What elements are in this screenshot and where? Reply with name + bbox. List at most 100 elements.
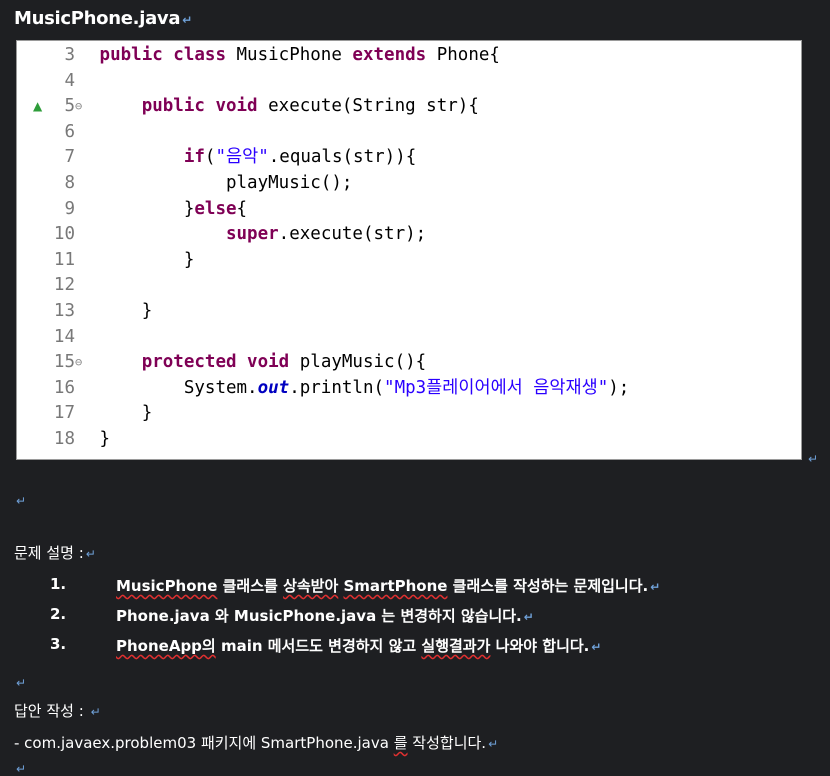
line-number: 4 (64, 70, 75, 91)
problem-text: Phone.java 와 MusicPhone.java 는 변경하지 않습니다… (116, 605, 534, 626)
spellcheck-flagged-text: SmartPhone (343, 577, 448, 595)
code-line: 9 }else{ (17, 197, 247, 222)
problem-number: 2. (50, 605, 67, 623)
code-line: 17 } (17, 401, 152, 426)
spellcheck-flagged-text: 를 (393, 734, 408, 752)
document-title: MusicPhone.java ↵ (14, 8, 192, 29)
problem-number: 3. (50, 635, 67, 653)
paragraph-mark: ↵ (523, 610, 534, 624)
code-token: else (194, 198, 237, 219)
code-token: } (99, 198, 195, 219)
code-line: 15⊖ protected void playMusic(){ (17, 350, 426, 375)
problem-heading-text: 문제 설명 : (14, 544, 84, 562)
code-line: 8 playMusic(); (17, 171, 352, 196)
line-number: 16 (53, 377, 75, 398)
answer-line: - com.javaex.problem03 패키지에 SmartPhone.j… (14, 732, 498, 753)
text-segment: - com.javaex.problem03 패키지에 SmartPhone.j… (14, 734, 394, 752)
code-token: super (225, 224, 279, 245)
code-line: 5⊖ public void execute(String str){ (17, 94, 478, 119)
code-token: extends (352, 45, 427, 65)
code-line: 16 System.out.println("Mp3플레이어에서 음악재생"); (17, 376, 629, 401)
line-number: 9 (64, 198, 75, 219)
line-number: 7 (64, 147, 75, 168)
code-line: 7 if("음악".equals(str)){ (17, 145, 416, 170)
paragraph-mark: ↵ (16, 494, 27, 508)
paragraph-mark: ↵ (90, 705, 101, 719)
code-token: } (99, 249, 195, 270)
line-number: 13 (53, 301, 75, 321)
problem-text: MusicPhone 클래스를 상속받아 SmartPhone 클래스를 작성하… (116, 575, 660, 596)
spellcheck-flagged-text: 실행결과가 (421, 637, 491, 655)
code-line: 11 } (17, 248, 194, 273)
spellcheck-flagged-text: PhoneApp의 (116, 637, 216, 655)
line-number: 17 (53, 403, 75, 424)
answer-heading-text: 답안 작성 : (14, 702, 84, 720)
code-token: playMusic(); (99, 173, 353, 193)
paragraph-mark: ↵ (591, 640, 602, 654)
paragraph-mark: ↵ (182, 13, 192, 27)
code-line: 13 } (17, 299, 152, 324)
text-segment: 나와야 합니다. (490, 637, 590, 655)
paragraph-mark: ↵ (650, 580, 661, 594)
answer-heading: 답안 작성 : ↵ (14, 700, 101, 721)
code-token: System. (99, 377, 258, 398)
code-line: 18 } (17, 427, 110, 452)
code-token: public class (99, 45, 226, 65)
code-token: ); (608, 377, 630, 398)
fold-toggle-icon[interactable]: ⊖ (75, 94, 89, 119)
line-number: 8 (64, 173, 75, 193)
code-line: 4 (17, 69, 100, 94)
text-segment: 클래스를 작성하는 문제입니다. (447, 577, 649, 595)
line-number: 18 (53, 429, 75, 449)
line-number: 15 (53, 352, 75, 373)
code-line: 12 (17, 273, 100, 298)
code-token: } (99, 429, 111, 449)
paragraph-mark: ↵ (808, 452, 819, 466)
paragraph-mark: ↵ (85, 547, 96, 561)
spellcheck-flagged-text: 상속받아 (283, 577, 339, 595)
paragraph-mark: ↵ (488, 737, 499, 751)
spellcheck-flagged-text: MusicPhone (116, 577, 218, 595)
code-token: .execute(str); (278, 224, 427, 245)
fold-toggle-icon[interactable]: ⊖ (75, 350, 89, 375)
code-line: 10 super.execute(str); (17, 222, 426, 247)
code-line: 3 public class MusicPhone extends Phone{ (17, 43, 500, 68)
code-token: .equals(str)){ (268, 147, 417, 168)
problem-text: PhoneApp의 main 메서드도 변경하지 않고 실행결과가 나와야 합니… (116, 635, 601, 656)
code-line: 14 (17, 325, 100, 350)
code-token: } (99, 403, 153, 424)
code-token: playMusic(){ (289, 352, 427, 373)
line-number: 3 (64, 45, 75, 65)
line-number: 6 (64, 121, 75, 142)
code-token: out (257, 377, 290, 398)
problem-number: 1. (50, 575, 67, 593)
text-segment: 클래스를 (217, 577, 284, 595)
code-token: if (183, 147, 205, 168)
code-token: protected void (141, 352, 290, 373)
line-number: 10 (53, 224, 75, 245)
code-block: 3 public class MusicPhone extends Phone{… (16, 40, 802, 460)
code-token: { (236, 198, 248, 219)
code-token: public void (141, 96, 258, 117)
problem-heading: 문제 설명 : ↵ (14, 542, 96, 563)
code-token: ( (204, 147, 216, 168)
text-segment: main 메서드도 변경하지 않고 (215, 637, 422, 655)
